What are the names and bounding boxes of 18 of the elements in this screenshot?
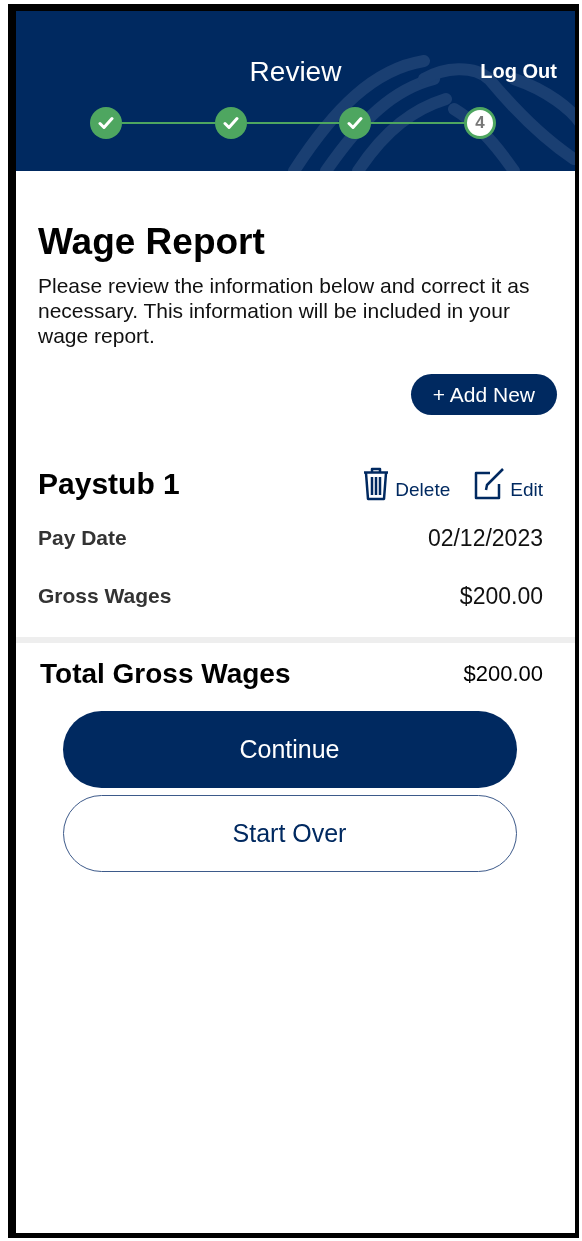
- field-value: 02/12/2023: [427, 524, 543, 552]
- continue-button[interactable]: Continue: [62, 711, 517, 788]
- delete-button[interactable]: Delete: [361, 467, 451, 501]
- total-label: Total Gross Wages: [40, 658, 291, 690]
- log-out-link[interactable]: Log Out: [480, 60, 557, 83]
- start-over-button[interactable]: Start Over: [62, 795, 517, 872]
- edit-icon: [472, 467, 507, 501]
- current-step-number: 4: [464, 107, 496, 139]
- field-label: Gross Wages: [38, 584, 172, 608]
- total-value: $200.00: [463, 661, 543, 687]
- edit-button[interactable]: Edit: [472, 467, 543, 501]
- report-heading: Wage Report: [38, 221, 266, 263]
- field-label: Pay Date: [38, 526, 127, 550]
- add-new-button[interactable]: + Add New: [410, 374, 557, 415]
- field-value: $200.00: [459, 582, 543, 610]
- paystub-title: Paystub 1: [38, 467, 180, 501]
- intro-paragraph: Please review the information below and correct it as necessary. This information will be included in your wage report.: [38, 273, 531, 348]
- page-title: Review: [249, 56, 342, 88]
